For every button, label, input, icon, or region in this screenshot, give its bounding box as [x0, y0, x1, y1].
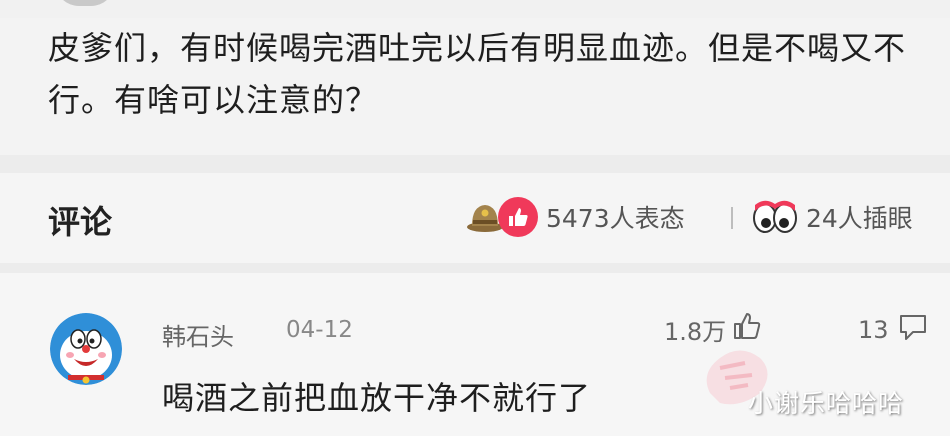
thumbs-up-icon: [498, 197, 538, 237]
action-bar: 评论 5473人表态 24人插眼: [0, 173, 950, 263]
divider: [0, 155, 950, 173]
reaction-count: 5473人表态: [546, 204, 685, 233]
reply-count: 13: [858, 316, 889, 344]
poster-avatar[interactable]: [55, 0, 115, 6]
reaction-peek-button[interactable]: 24人插眼: [752, 195, 913, 239]
comment-date: 04-12: [286, 317, 353, 343]
comment-reply-button[interactable]: 13: [858, 311, 929, 349]
comment-section-title: 评论: [48, 203, 113, 241]
commenter-avatar[interactable]: [50, 313, 122, 385]
post-body: 皮爹们，有时候喝完酒吐完以后有明显血迹。但是不喝又不行。有啥可以注意的？: [48, 29, 907, 119]
top-strip: [0, 0, 950, 18]
separator: [731, 207, 733, 229]
reaction-count: 24人插眼: [806, 204, 913, 233]
comment-text: 喝酒之前把血放干净不就行了: [162, 379, 592, 417]
eyes-icon: [752, 199, 798, 235]
reaction-like-button[interactable]: 5473人表态: [466, 195, 685, 239]
watermark: 小谢乐哈哈哈: [748, 389, 905, 418]
commenter-name[interactable]: 韩石头: [162, 317, 234, 352]
reply-icon: [897, 311, 929, 349]
divider: [0, 263, 950, 273]
